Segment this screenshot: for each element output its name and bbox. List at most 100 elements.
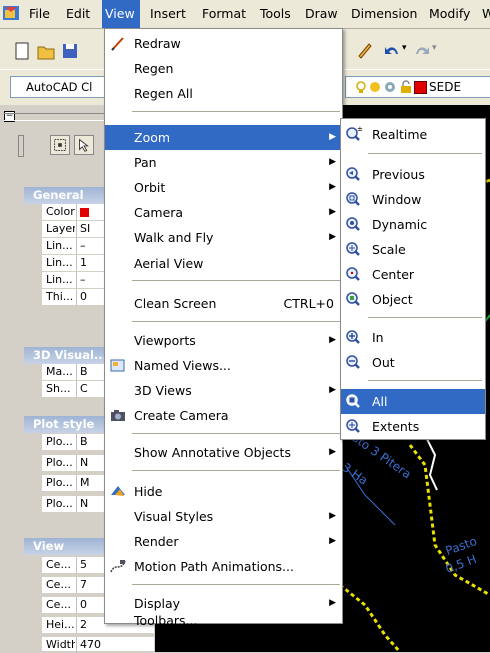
zoom-window[interactable]: Window <box>341 187 485 212</box>
menu-item-named-views[interactable]: Named Views... <box>105 353 342 378</box>
prop-key: Width <box>46 638 75 651</box>
zoom-center[interactable]: Center <box>341 262 485 287</box>
menu-item-create-camera[interactable]: Create Camera <box>105 403 342 428</box>
new-icon[interactable] <box>12 41 32 61</box>
menu-item-visual-styles[interactable]: Visual Styles ▶ <box>105 504 342 529</box>
freeze-viewport-icon <box>385 82 395 92</box>
menu-item-label: Motion Path Animations... <box>134 559 294 574</box>
menu-item-label: Create Camera <box>134 408 229 423</box>
quick-select-icon[interactable] <box>50 135 70 155</box>
prop-key: Plo... <box>46 476 73 489</box>
menu-item-label: Toolbars... <box>134 613 198 628</box>
save-icon[interactable] <box>60 41 80 61</box>
menu-item-viewports[interactable]: Viewports ▶ <box>105 328 342 353</box>
menu-item-label: Aerial View <box>134 256 204 271</box>
menu-item-orbit[interactable]: Orbit ▶ <box>105 175 342 200</box>
motion-path-icon <box>110 560 126 573</box>
menu-item-label: Previous <box>372 167 425 182</box>
layer-on-icon <box>356 81 366 93</box>
menu-item-label: Pan <box>134 155 157 170</box>
zoom-all[interactable]: All <box>341 389 485 414</box>
menu-item-pan[interactable]: Pan ▶ <box>105 150 342 175</box>
menu-separator <box>368 380 482 381</box>
zoom-out[interactable]: Out <box>341 350 485 375</box>
zoom-out-icon <box>346 355 360 369</box>
menu-edit[interactable]: Edit <box>64 0 92 28</box>
menu-separator <box>132 280 340 281</box>
submenu-arrow-icon: ▶ <box>329 598 336 608</box>
menu-separator <box>368 153 482 154</box>
zoom-dynamic[interactable]: Dynamic <box>341 212 485 237</box>
select-objects-icon[interactable] <box>74 135 94 155</box>
undo-icon[interactable] <box>382 40 402 60</box>
undo-dropdown-icon[interactable]: ▾ <box>402 43 407 53</box>
menu-item-walk-and-fly[interactable]: Walk and Fly ▶ <box>105 225 342 250</box>
redo-dropdown-icon[interactable]: ▾ <box>432 43 437 53</box>
zoom-scale[interactable]: Scale <box>341 237 485 262</box>
menu-draw[interactable]: Draw <box>303 0 340 28</box>
named-views-icon <box>110 359 125 372</box>
zoom-object[interactable]: Object <box>341 287 485 312</box>
view-menu: Redraw Regen Regen All Zoom ▶ Pan ▶ Orbit ▶… <box>104 28 343 628</box>
menu-item-show-annotative[interactable]: Show Annotative Objects ▶ <box>105 440 342 465</box>
zoom-previous[interactable]: Previous <box>341 162 485 187</box>
menu-item-render[interactable]: Render ▶ <box>105 529 342 554</box>
prop-key: Layer <box>46 222 75 235</box>
menu-item-label: Named Views... <box>134 358 231 373</box>
menu-item-label: Show Annotative Objects <box>134 445 291 460</box>
menu-separator <box>132 433 340 434</box>
prop-key: Lin... <box>46 239 73 252</box>
menu-item-label: Regen All <box>134 86 193 101</box>
submenu-arrow-icon: ▶ <box>329 511 336 521</box>
menu-insert[interactable]: Insert <box>148 0 188 28</box>
menu-item-3d-views[interactable]: 3D Views ▶ <box>105 378 342 403</box>
menu-window[interactable]: W <box>480 0 490 28</box>
submenu-arrow-icon: ▶ <box>329 447 336 457</box>
menu-item-label: Window <box>372 192 422 207</box>
menu-item-aerial-view[interactable]: Aerial View <box>105 251 342 276</box>
menu-dimension[interactable]: Dimension <box>349 0 419 28</box>
prop-key: Ce... <box>46 598 71 611</box>
prop-row[interactable]: Width 470 <box>42 637 154 653</box>
menu-item-redraw[interactable]: Redraw <box>105 31 342 56</box>
zoom-in-icon <box>346 330 360 344</box>
autocad-app-icon[interactable] <box>2 4 20 22</box>
redo-icon[interactable] <box>412 40 432 60</box>
menu-item-clean-screen[interactable]: Clean Screen CTRL+0 <box>105 291 342 316</box>
zoom-extents[interactable]: Extents <box>341 414 485 439</box>
menu-file[interactable]: File <box>27 0 52 28</box>
menu-item-regen[interactable]: Regen <box>105 56 342 81</box>
menu-item-hide[interactable]: Hide <box>105 479 342 504</box>
menu-format[interactable]: Format <box>200 0 248 28</box>
open-icon[interactable] <box>36 41 56 61</box>
menu-item-label: Clean Screen <box>134 296 217 311</box>
menu-item-motion-path[interactable]: Motion Path Animations... <box>105 554 342 579</box>
menu-item-label: 3D Views <box>134 383 192 398</box>
submenu-arrow-icon: ▶ <box>329 536 336 546</box>
zoom-realtime[interactable]: ± Realtime <box>341 122 485 147</box>
prop-key: Lin... <box>46 256 73 269</box>
zoom-center-icon <box>346 267 360 281</box>
prop-key: Thi... <box>46 290 74 303</box>
layer-control[interactable]: SEDE <box>345 76 490 98</box>
menu-view[interactable]: View <box>102 0 140 28</box>
camera-icon <box>111 410 125 421</box>
zoom-realtime-icon: ± <box>346 125 363 141</box>
menu-modify[interactable]: Modify <box>427 0 472 28</box>
menu-item-regen-all[interactable]: Regen All <box>105 81 342 106</box>
submenu-arrow-icon: ▶ <box>329 207 336 217</box>
zoom-in[interactable]: In <box>341 325 485 350</box>
menu-item-shortcut: CTRL+0 <box>283 296 334 311</box>
zoom-all-icon <box>346 394 360 408</box>
menu-item-camera[interactable]: Camera ▶ <box>105 200 342 225</box>
submenu-arrow-icon: ▶ <box>329 132 336 142</box>
palette-handle[interactable] <box>18 135 24 157</box>
submenu-arrow-icon: ▶ <box>329 232 336 242</box>
menu-item-zoom[interactable]: Zoom ▶ <box>105 125 342 150</box>
menu-item-toolbars[interactable]: Toolbars... <box>105 613 342 628</box>
menu-tools[interactable]: Tools <box>258 0 293 28</box>
prop-key: Plo... <box>46 497 73 510</box>
menu-item-label: Extents <box>372 419 420 434</box>
hide-icon <box>111 486 125 496</box>
match-properties-icon[interactable] <box>355 40 375 60</box>
